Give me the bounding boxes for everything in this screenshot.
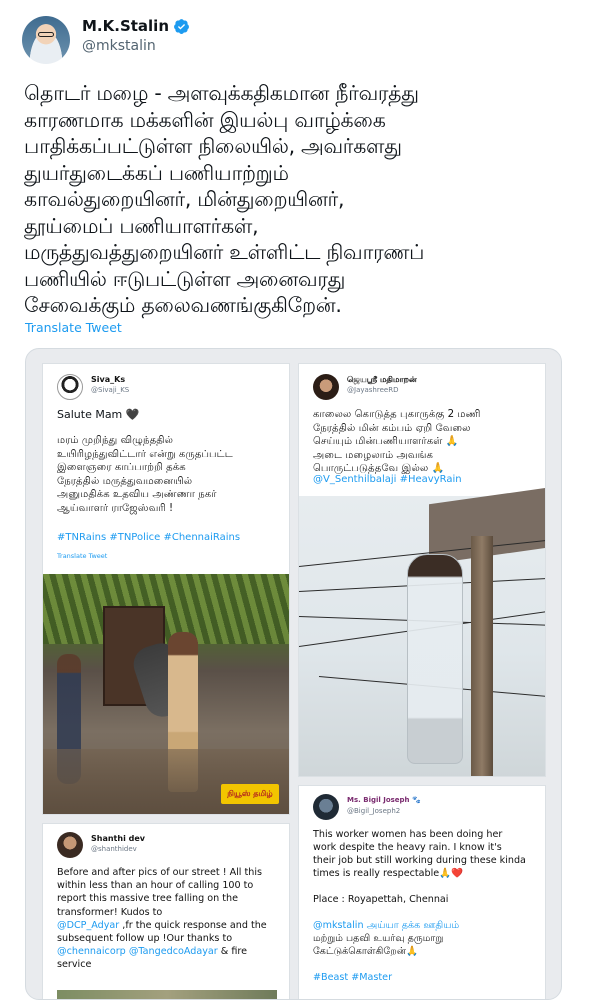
street-photo xyxy=(57,990,277,999)
card-line: times is really respectable🙏❤️ xyxy=(313,868,464,879)
tweet-text: தொடர் மழை - அளவுக்கதிகமான நீர்வரத்து கார… xyxy=(24,80,584,319)
tweet-line: தூய்மைப் பணியாளர்கள், xyxy=(24,213,259,238)
rescue-photo: நியூஸ் தமிழ் xyxy=(43,574,289,814)
tweet-line: காவல்துறையினர், மின்துறையினர், xyxy=(24,187,345,211)
card-line: @DCP_Adyar ,fr the quick response and th… xyxy=(57,919,267,931)
card-line: மற்றும் பதவி உயர்வு தருமாறு xyxy=(313,933,444,944)
card-line: Place : Royapettah, Chennai xyxy=(313,894,449,905)
card-author-name: Ms. Bigil Joseph 🐾 xyxy=(347,796,421,804)
card-line: transformer! Kudos to xyxy=(57,906,163,918)
card-line: report this massive tree falling on the xyxy=(57,893,238,905)
card-line: உயிரிழந்துவிட்டார் என்று கருதப்பட்ட xyxy=(57,448,233,460)
card-line: அனுமதிக்க உதவிய அண்ணா நகர் xyxy=(57,489,217,501)
screenshot-card-shanthi: Shanthi dev @shanthidev Before and after… xyxy=(42,823,290,999)
card-line: மரம் முறிந்து விழுந்ததில் xyxy=(57,435,174,446)
screenshot-card-jayashree: ஜெயஸ்ரீ மதிமாறன் @JayashreeRD காலைல கொடு… xyxy=(298,363,546,777)
tweet-line: சேவைக்கும் தலைவணங்குகிறேன். xyxy=(24,293,342,317)
attached-image-collage[interactable]: Siva_Ks @Sivaji_KS Salute Mam 🖤 மரம் முற… xyxy=(25,348,562,1000)
card-author-name: Shanthi dev xyxy=(91,834,145,843)
card-line: அடை மழைலாம் அவங்க xyxy=(313,449,434,461)
card-line: Before and after pics of our street ! Al… xyxy=(57,867,263,878)
card-line: காலைல கொடுத்த புகாருக்கு 2 மணி xyxy=(313,409,481,420)
card-body: This worker women has been doing her wor… xyxy=(313,828,526,984)
card-line: within less than an hour of calling 100 … xyxy=(57,880,254,892)
card-author-handle: @shanthidev xyxy=(91,845,137,853)
card-translate-label: Translate Tweet xyxy=(57,552,108,560)
card-line: This worker women has been doing her xyxy=(313,829,503,840)
card-avatar xyxy=(313,794,339,820)
card-body: காலைல கொடுத்த புகாருக்கு 2 மணி நேரத்தில்… xyxy=(313,408,481,476)
card-line: subsequent follow up !Our thanks to xyxy=(57,933,233,945)
card-line: service xyxy=(57,959,92,971)
card-avatar xyxy=(57,832,83,858)
card-author-name: ஜெயஸ்ரீ மதிமாறன் xyxy=(347,375,417,384)
tweet: M.K.Stalin @mkstalin தொடர் மழை - அளவுக்க… xyxy=(0,0,600,1000)
tweet-line: மருத்துவத்துறையினர் உள்ளிட்ட நிவாரணப் xyxy=(24,240,425,264)
card-line: செய்யும் மின்பணியாளர்கள் 🙏 xyxy=(313,436,459,448)
card-line xyxy=(313,906,526,919)
tweet-line: தொடர் மழை - அளவுக்கதிகமான நீர்வரத்து xyxy=(24,81,419,105)
card-line: கேட்டுக்கொள்கிறேன்🙏 xyxy=(313,946,419,957)
card-author-name: Siva_Ks xyxy=(91,375,126,384)
screenshot-card-bigil: Ms. Bigil Joseph 🐾 @Bigil_Joseph2 This w… xyxy=(298,785,546,999)
author-display-name[interactable]: M.K.Stalin xyxy=(82,17,169,35)
card-line: ஆய்வாளர் ராஜேஸ்வரி ! xyxy=(57,502,174,514)
card-hashtags: #TNRains #TNPolice #ChennaiRains xyxy=(57,532,241,543)
translate-tweet-link[interactable]: Translate Tweet xyxy=(25,320,122,335)
card-line: work despite the heavy rain. I know it's xyxy=(313,842,502,853)
news-channel-logo: நியூஸ் தமிழ் xyxy=(221,784,279,804)
card-salute-text: Salute Mam 🖤 xyxy=(57,408,140,421)
card-body: மரம் முறிந்து விழுந்ததில் உயிரிழந்துவிட்… xyxy=(57,434,233,516)
card-avatar xyxy=(57,374,83,400)
author-handle[interactable]: @mkstalin xyxy=(82,38,156,54)
tweet-line: பாதிக்கப்பட்டுள்ள நிலையில், அவர்களது xyxy=(24,134,402,158)
electric-worker-photo xyxy=(299,487,545,776)
card-line: நேரத்தில் மின் கம்பம் ஏறி வேலை xyxy=(313,422,471,434)
card-line: இளைஞரை காப்பாற்றி தக்க xyxy=(57,462,186,474)
card-line: நேரத்தில் மருத்துவமனையில் xyxy=(57,475,193,487)
card-line: their job but still working during these… xyxy=(313,855,526,866)
card-line: @mkstalin அய்யா தக்க ஊதியம் xyxy=(313,920,460,931)
verified-badge-icon xyxy=(174,18,189,34)
author-name-row[interactable]: M.K.Stalin xyxy=(82,17,190,35)
tweet-line: பணியில் ஈடுபட்டுள்ள அனைவரது xyxy=(24,266,346,291)
card-line xyxy=(313,958,526,971)
card-author-handle: @JayashreeRD xyxy=(347,386,399,394)
author-avatar[interactable] xyxy=(22,16,70,64)
card-avatar xyxy=(313,374,339,400)
card-author-handle: @Bigil_Joseph2 xyxy=(347,807,401,815)
card-hashtags: @V_Senthilbalaji #HeavyRain xyxy=(313,474,462,485)
tweet-line: துயர்துடைக்கப் பணியாற்றும் xyxy=(24,160,289,185)
card-line xyxy=(313,880,526,893)
card-author-handle: @Sivaji_KS xyxy=(91,386,130,394)
card-line: @chennaicorp @TangedcoAdayar & fire xyxy=(57,946,247,958)
tweet-line: காரணமாக மக்களின் இயல்பு வாழ்க்கை xyxy=(24,107,386,132)
card-line: #Beast #Master xyxy=(313,972,393,983)
card-body: Before and after pics of our street ! Al… xyxy=(57,866,267,972)
screenshot-card-siva: Siva_Ks @Sivaji_KS Salute Mam 🖤 மரம் முற… xyxy=(42,363,290,815)
